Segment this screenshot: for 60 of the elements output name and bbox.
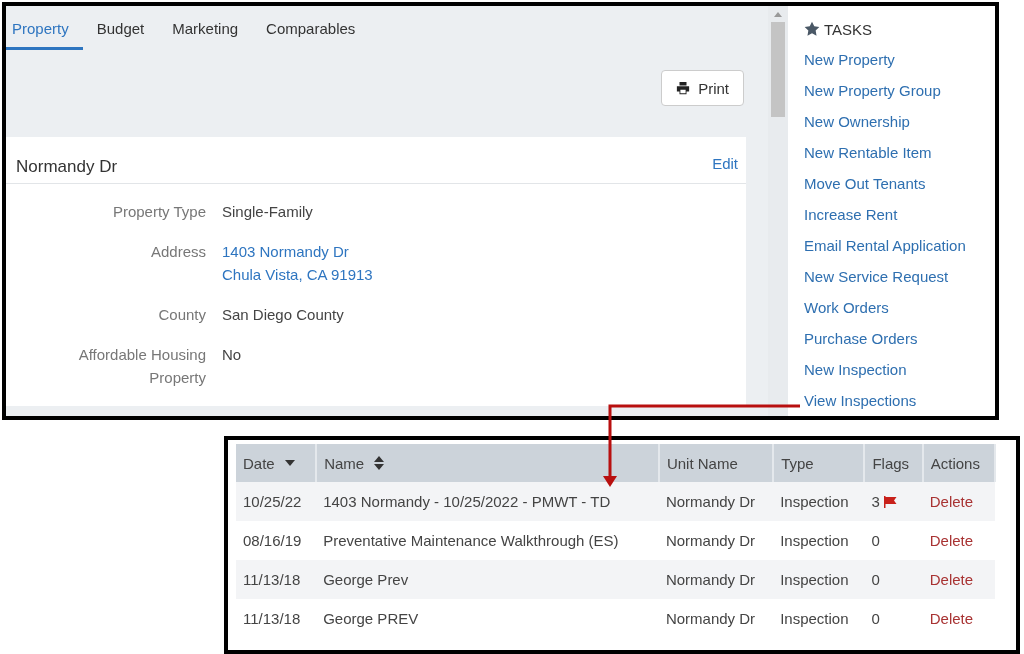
sort-down-icon <box>284 460 295 466</box>
tab[interactable]: Marketing <box>158 20 253 51</box>
tab[interactable]: Comparables <box>252 20 370 51</box>
task-link[interactable]: Work Orders <box>804 292 995 323</box>
card-title: Normandy Dr <box>16 156 118 177</box>
column-header[interactable]: Flags <box>864 444 923 482</box>
column-header[interactable]: Date <box>236 444 317 482</box>
task-link[interactable]: Move Out Tenants <box>804 168 995 199</box>
tasks-heading: TASKS <box>824 20 873 38</box>
field-label: County <box>157 305 206 325</box>
edit-link[interactable]: Edit <box>712 154 738 172</box>
task-link[interactable]: New Property Group <box>804 75 995 106</box>
address-link[interactable]: Chula Vista, CA 91913 <box>222 263 373 286</box>
task-link[interactable]: New Property <box>804 44 995 75</box>
task-link[interactable]: New Rentable Item <box>804 137 995 168</box>
delete-link[interactable]: Delete <box>929 532 974 549</box>
delete-link[interactable]: Delete <box>929 610 974 627</box>
table-cell: Inspection <box>773 560 865 599</box>
flag-count: 0 <box>871 571 880 588</box>
table-cell: 11/13/18 <box>236 560 317 599</box>
table-cell: 1403 Normandy - 10/25/2022 - PMWT - TD <box>316 482 659 521</box>
column-header[interactable]: Unit Name <box>658 444 774 482</box>
field-label: Property Type <box>111 202 206 222</box>
task-link[interactable]: New Ownership <box>804 106 995 137</box>
task-link[interactable]: View Inspections <box>804 385 995 416</box>
table-cell: Normandy Dr <box>658 521 774 560</box>
flag-count: 0 <box>871 610 880 627</box>
task-link[interactable]: Purchase Orders <box>804 323 995 354</box>
table-cell: Normandy Dr <box>658 560 774 599</box>
column-header[interactable]: Actions <box>922 444 995 482</box>
address-link[interactable]: 1403 Normandy Dr <box>222 240 349 263</box>
tab[interactable]: Property <box>6 20 83 51</box>
table-cell: George Prev <box>316 560 659 599</box>
table-cell: Preventative Maintenance Walkthrough (ES) <box>316 521 659 560</box>
flag-count: 0 <box>871 532 880 549</box>
print-button[interactable]: Print <box>661 70 744 107</box>
column-header[interactable]: Type <box>773 444 865 482</box>
table-cell: Normandy Dr <box>658 482 774 521</box>
task-link[interactable]: New Service Request <box>804 261 995 292</box>
task-link[interactable]: New Inspection <box>804 354 995 385</box>
flag-count: 3 <box>871 493 880 510</box>
field-label: Affordable Housing Property <box>77 345 206 388</box>
printer-icon <box>676 81 691 96</box>
scrollbar-thumb[interactable] <box>771 22 785 117</box>
scrollbar[interactable] <box>768 6 788 416</box>
scroll-up-icon[interactable] <box>774 12 782 17</box>
table-cell: 08/16/19 <box>236 521 317 560</box>
tab[interactable]: Budget <box>82 20 159 51</box>
task-link[interactable]: Email Rental Application <box>804 230 995 261</box>
table-cell: 10/25/22 <box>236 482 317 521</box>
sort-icon <box>374 456 385 470</box>
column-header[interactable]: Name <box>316 444 659 482</box>
table-cell: Inspection <box>773 521 865 560</box>
table-cell: Inspection <box>773 482 865 521</box>
field-value: No <box>222 345 242 365</box>
star-icon <box>804 21 820 37</box>
field-value: San Diego County <box>222 305 344 325</box>
field-value: Single-Family <box>222 202 313 222</box>
field-label: Address <box>149 242 206 262</box>
task-link[interactable]: Increase Rent <box>804 199 995 230</box>
